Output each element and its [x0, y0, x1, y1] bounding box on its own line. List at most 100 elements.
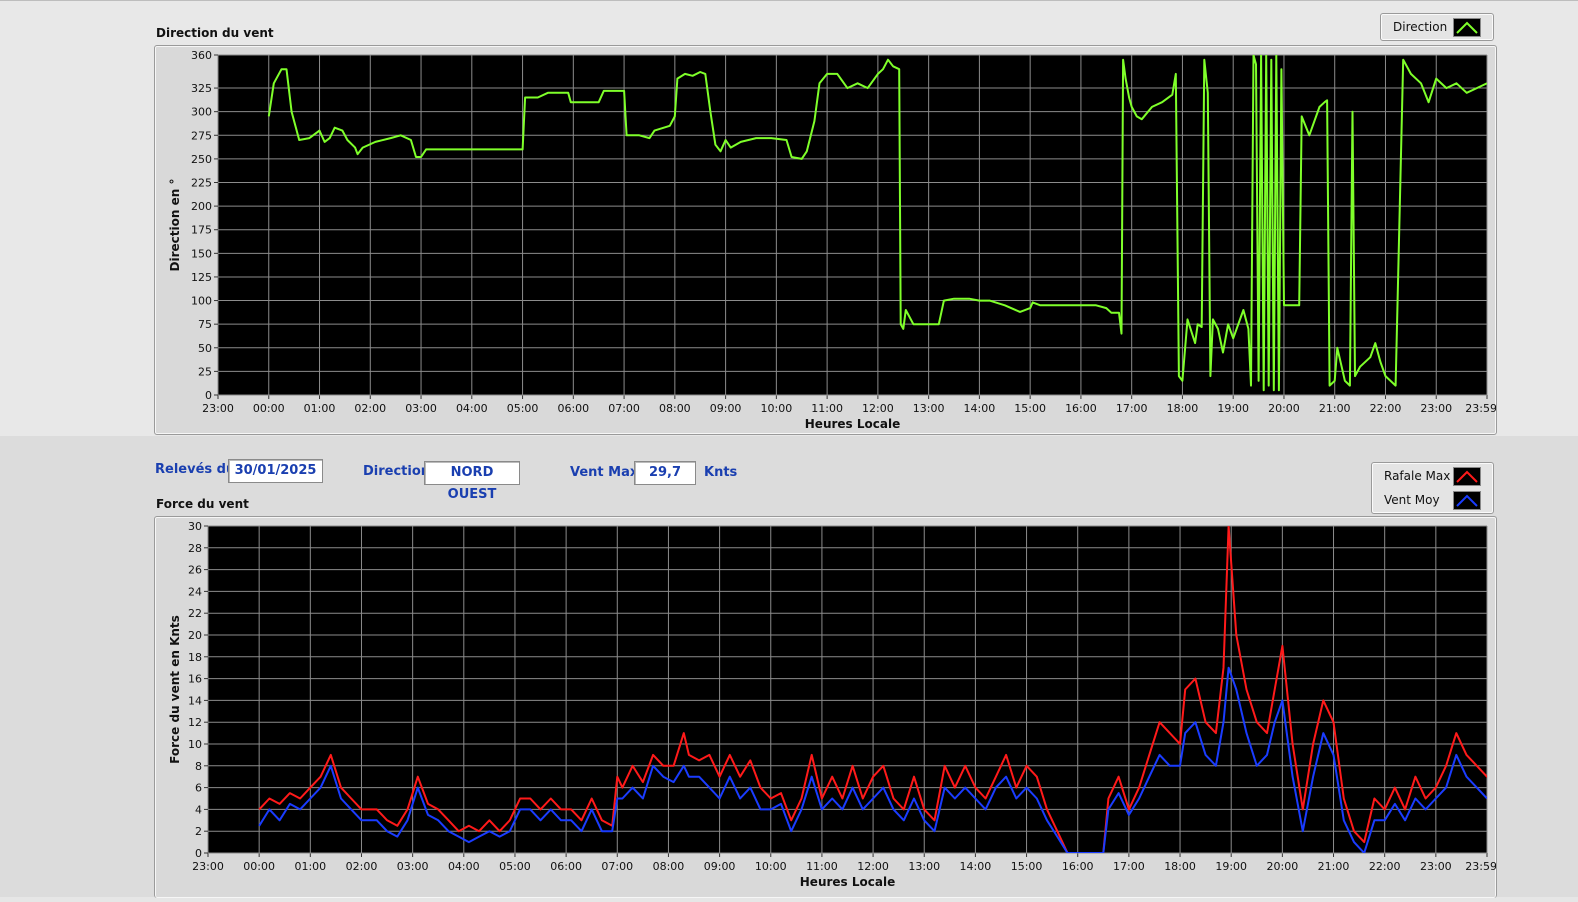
y-tick-label: 25 — [198, 365, 212, 378]
x-tick-label: 21:00 — [1318, 860, 1350, 873]
ventmax-label: Vent Max — [570, 465, 639, 480]
x-axis-label: Heures Locale — [800, 875, 895, 889]
x-tick-label: 18:00 — [1164, 860, 1196, 873]
y-axis-label: Force du vent en Knts — [168, 615, 182, 764]
x-tick-label: 12:00 — [862, 402, 894, 415]
x-tick-label: 07:00 — [608, 402, 640, 415]
x-tick-label: 05:00 — [499, 860, 531, 873]
legend-direction-label: Direction — [1393, 20, 1448, 34]
date-field[interactable]: 30/01/2025 — [228, 459, 323, 483]
x-tick-label: 10:00 — [761, 402, 793, 415]
x-tick-label: 09:00 — [710, 402, 742, 415]
x-tick-label: 20:00 — [1267, 860, 1299, 873]
y-tick-label: 360 — [191, 49, 212, 62]
x-tick-label: 17:00 — [1116, 402, 1148, 415]
y-tick-label: 250 — [191, 153, 212, 166]
x-tick-label: 03:00 — [397, 860, 429, 873]
x-tick-label: 04:00 — [448, 860, 480, 873]
direction-value-field[interactable]: NORD OUEST — [424, 461, 520, 502]
x-tick-label: 19:00 — [1217, 402, 1249, 415]
y-tick-label: 8 — [195, 760, 202, 773]
direction-chart: 23:00 00:00 01:00 02:00 03:00 04:00 05:00 06:00… — [168, 49, 1497, 431]
legend-moy-swatch — [1453, 491, 1481, 510]
y-tick-label: 16 — [188, 673, 202, 686]
x-tick-label: 17:00 — [1113, 860, 1145, 873]
x-tick-label: 00:00 — [253, 402, 285, 415]
x-tick-label: 16:00 — [1065, 402, 1097, 415]
plot-area — [218, 55, 1487, 395]
y-tick-label: 28 — [188, 542, 202, 555]
x-tick-label: 02:00 — [354, 402, 386, 415]
x-tick-label: 12:00 — [857, 860, 889, 873]
x-tick-label: 11:00 — [806, 860, 838, 873]
x-tick-label: 23:00 — [1420, 402, 1452, 415]
x-tick-label: 01:00 — [294, 860, 326, 873]
x-tick-label: 11:00 — [811, 402, 843, 415]
x-tick-label: 03:00 — [405, 402, 437, 415]
direction-chart-title: Direction du vent — [156, 26, 274, 40]
ventmax-field[interactable]: 29,7 — [634, 461, 696, 485]
y-tick-label: 2 — [195, 825, 202, 838]
x-tick-label: 16:00 — [1062, 860, 1094, 873]
y-tick-label: 22 — [188, 607, 202, 620]
force-legend[interactable]: Rafale Max Vent Moy — [1371, 462, 1494, 514]
y-tick-label: 75 — [198, 318, 212, 331]
unit-label: Knts — [704, 465, 738, 480]
y-axis-label: Direction en ° — [168, 179, 182, 272]
y-tick-label: 24 — [188, 585, 202, 598]
y-tick-label: 12 — [188, 716, 202, 729]
y-tick-label: 18 — [188, 651, 202, 664]
x-tick-label: 23:59 — [1465, 402, 1496, 415]
x-tick-label: 08:00 — [653, 860, 685, 873]
x-tick-label: 04:00 — [456, 402, 488, 415]
x-tick-label: 15:00 — [1014, 402, 1046, 415]
x-tick-label: 02:00 — [346, 860, 378, 873]
y-tick-label: 125 — [191, 271, 212, 284]
y-tick-label: 175 — [191, 224, 212, 237]
x-tick-label: 22:00 — [1369, 860, 1401, 873]
x-tick-label: 21:00 — [1319, 402, 1351, 415]
y-tick-label: 14 — [188, 694, 202, 707]
y-tick-label: 4 — [195, 803, 202, 816]
y-tick-label: 0 — [195, 847, 202, 860]
x-tick-label: 08:00 — [659, 402, 691, 415]
y-tick-label: 26 — [188, 564, 202, 577]
y-tick-label: 300 — [191, 106, 212, 119]
x-tick-label: 20:00 — [1268, 402, 1300, 415]
x-tick-label: 07:00 — [601, 860, 633, 873]
x-tick-label: 23:00 — [192, 860, 224, 873]
x-tick-label: 18:00 — [1167, 402, 1199, 415]
x-tick-label: 13:00 — [913, 402, 945, 415]
plot-area — [208, 526, 1487, 853]
legend-rafale-label: Rafale Max — [1384, 469, 1451, 483]
direction-label: Direction — [363, 464, 431, 479]
x-tick-label: 23:00 — [202, 402, 234, 415]
y-tick-label: 200 — [191, 200, 212, 213]
x-tick-label: 06:00 — [557, 402, 589, 415]
y-tick-label: 30 — [188, 520, 202, 533]
x-tick-label: 10:00 — [755, 860, 787, 873]
x-tick-label: 15:00 — [1011, 860, 1043, 873]
x-axis-label: Heures Locale — [805, 417, 900, 431]
releves-label: Relevés du — [155, 462, 236, 477]
x-tick-label: 00:00 — [243, 860, 275, 873]
legend-direction-swatch — [1453, 18, 1481, 37]
x-tick-label: 13:00 — [908, 860, 940, 873]
y-tick-label: 10 — [188, 738, 202, 751]
direction-legend[interactable]: Direction — [1380, 13, 1494, 41]
y-tick-label: 50 — [198, 342, 212, 355]
y-tick-label: 225 — [191, 177, 212, 190]
x-tick-label: 09:00 — [704, 860, 736, 873]
force-chart: 23:00 00:00 01:00 02:00 03:00 04:00 05:00 06:00… — [168, 520, 1497, 889]
x-tick-label: 14:00 — [964, 402, 996, 415]
x-tick-label: 22:00 — [1370, 402, 1402, 415]
legend-moy-label: Vent Moy — [1384, 493, 1440, 507]
y-tick-label: 0 — [205, 389, 212, 402]
y-tick-label: 325 — [191, 82, 212, 95]
x-tick-label: 14:00 — [960, 860, 992, 873]
legend-rafale-swatch — [1453, 467, 1481, 486]
y-tick-label: 6 — [195, 782, 202, 795]
x-tick-label: 05:00 — [507, 402, 539, 415]
x-tick-label: 23:59 — [1465, 860, 1496, 873]
x-tick-label: 06:00 — [550, 860, 582, 873]
